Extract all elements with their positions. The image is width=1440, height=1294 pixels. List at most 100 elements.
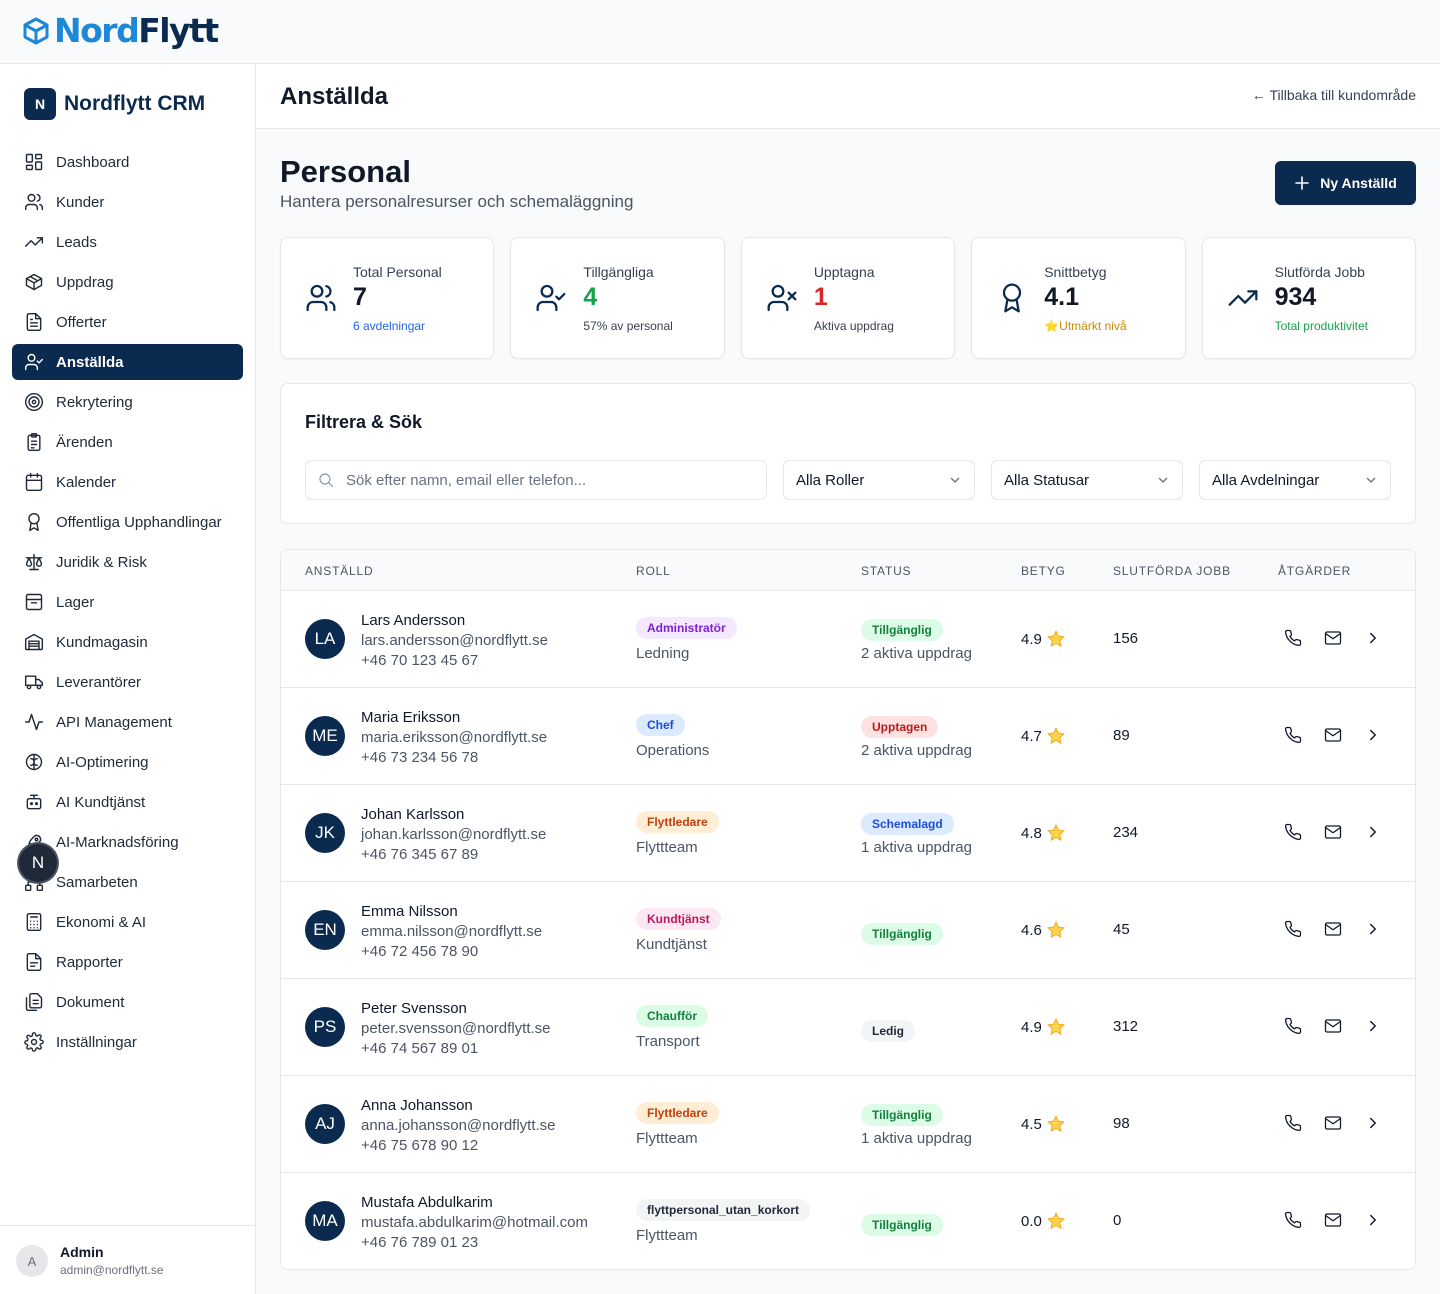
role-select[interactable]: Alla Roller xyxy=(783,460,975,500)
department-label: Flyttteam xyxy=(636,839,698,856)
avatar: ME xyxy=(305,716,345,756)
column-header: ANSTÄLLD xyxy=(305,564,374,578)
email-button[interactable] xyxy=(1324,823,1344,843)
status-select[interactable]: Alla Statusar xyxy=(991,460,1183,500)
open-details-button[interactable] xyxy=(1364,823,1384,843)
table-row[interactable]: AJ Anna Johansson anna.johansson@nordflytt… xyxy=(281,1076,1415,1173)
sidebar-item-kundmagasin[interactable]: Kundmagasin xyxy=(12,624,243,660)
brand-badge: N xyxy=(24,88,56,120)
sidebar-item-offerter[interactable]: Offerter xyxy=(12,304,243,340)
trending-up-icon xyxy=(1228,290,1258,306)
table-body: LA Lars Andersson lars.andersson@nordflytt… xyxy=(281,591,1415,1269)
user-email: admin@nordflytt.se xyxy=(60,1263,164,1277)
sidebar-item-ai-kundtjänst[interactable]: AI Kundtjänst xyxy=(12,784,243,820)
table-row[interactable]: EN Emma Nilsson emma.nilsson@nordflytt.se +… xyxy=(281,882,1415,979)
email-button[interactable] xyxy=(1324,1017,1344,1037)
document-icon xyxy=(26,312,42,332)
sidebar-item-api-management[interactable]: API Management xyxy=(12,704,243,740)
call-button[interactable] xyxy=(1284,1114,1304,1134)
sidebar-item-juridik-risk[interactable]: Juridik & Risk xyxy=(12,544,243,580)
status-badge: Ledig xyxy=(861,1020,915,1042)
employee-name[interactable]: Mustafa Abdulkarim xyxy=(361,1194,493,1211)
sidebar-item-leads[interactable]: Leads xyxy=(12,224,243,260)
star-icon xyxy=(1047,921,1065,938)
employee-name[interactable]: Johan Karlsson xyxy=(361,806,464,823)
table-row[interactable]: PS Peter Svensson peter.svensson@nordflytt… xyxy=(281,979,1415,1076)
sidebar-item-uppdrag[interactable]: Uppdrag xyxy=(12,264,243,300)
email-button[interactable] xyxy=(1324,629,1344,649)
sidebar-item-inställningar[interactable]: Inställningar xyxy=(12,1024,243,1060)
sidebar-item-label: Rekrytering xyxy=(56,393,133,411)
department-label: Flyttteam xyxy=(636,1130,698,1147)
status-badge: Tillgänglig xyxy=(861,1214,943,1236)
completed-jobs: 312 xyxy=(1113,1018,1139,1035)
call-button[interactable] xyxy=(1284,1017,1304,1037)
trending-up-icon xyxy=(24,237,44,247)
email-button[interactable] xyxy=(1324,726,1344,746)
sidebar-item-ärenden[interactable]: Ärenden xyxy=(12,424,243,460)
open-details-button[interactable] xyxy=(1364,629,1384,649)
avatar: PS xyxy=(305,1007,345,1047)
employee-name[interactable]: Emma Nilsson xyxy=(361,903,458,920)
sidebar-item-ai-optimering[interactable]: AI-Optimering xyxy=(12,744,243,780)
employee-phone: +46 73 234 56 78 xyxy=(361,749,479,766)
sidebar-item-rapporter[interactable]: Rapporter xyxy=(12,944,243,980)
brand-name: Nordflytt CRM xyxy=(64,92,206,115)
user-check-icon xyxy=(24,353,44,371)
call-button[interactable] xyxy=(1284,1211,1304,1231)
search-box[interactable] xyxy=(305,460,767,500)
employee-name[interactable]: Maria Eriksson xyxy=(361,709,460,726)
employee-name[interactable]: Peter Svensson xyxy=(361,1000,467,1017)
sidebar-item-dashboard[interactable]: Dashboard xyxy=(12,144,243,180)
mail-icon xyxy=(1324,1019,1342,1033)
open-details-button[interactable] xyxy=(1364,920,1384,940)
rating: 4.6 xyxy=(1021,920,1066,940)
role-badge: Flyttledare xyxy=(636,1102,719,1124)
call-button[interactable] xyxy=(1284,629,1304,649)
call-button[interactable] xyxy=(1284,726,1304,746)
email-button[interactable] xyxy=(1324,1114,1344,1134)
sidebar-item-label: Leads xyxy=(56,233,97,251)
completed-jobs: 89 xyxy=(1113,727,1130,744)
table-row[interactable]: MA Mustafa Abdulkarim mustafa.abdulkarim@h… xyxy=(281,1173,1415,1269)
sidebar-item-label: AI-Marknadsföring xyxy=(56,833,179,851)
rating-value: 4.9 xyxy=(1021,630,1042,648)
email-button[interactable] xyxy=(1324,1211,1344,1231)
nordflytt-logo[interactable]: NordFlytt xyxy=(22,12,219,50)
call-button[interactable] xyxy=(1284,920,1304,940)
employee-name[interactable]: Lars Andersson xyxy=(361,612,465,629)
sidebar-nav: Dashboard Kunder Leads Uppdrag Offerter Anstä… xyxy=(12,144,243,1064)
department-select[interactable]: Alla Avdelningar xyxy=(1199,460,1391,500)
crm-brand[interactable]: N Nordflytt CRM xyxy=(24,88,205,120)
sidebar-item-kunder[interactable]: Kunder xyxy=(12,184,243,220)
sidebar-item-leverantörer[interactable]: Leverantörer xyxy=(12,664,243,700)
back-to-customer-area-link[interactable]: ← Tillbaka till kundområde xyxy=(1252,87,1416,103)
completed-jobs: 234 xyxy=(1113,824,1139,841)
sidebar-item-rekrytering[interactable]: Rekrytering xyxy=(12,384,243,420)
new-employee-button[interactable]: Ny Anställd xyxy=(1275,161,1416,205)
open-details-button[interactable] xyxy=(1364,1017,1384,1037)
email-button[interactable] xyxy=(1324,920,1344,940)
sidebar-item-anställda[interactable]: Anställda xyxy=(12,344,243,380)
open-details-button[interactable] xyxy=(1364,1114,1384,1134)
table-row[interactable]: JK Johan Karlsson johan.karlsson@nordflytt… xyxy=(281,785,1415,882)
star-icon xyxy=(1047,727,1065,744)
call-button[interactable] xyxy=(1284,823,1304,843)
user-profile[interactable]: A Admin admin@nordflytt.se xyxy=(0,1225,255,1294)
sidebar-item-offentliga-upphandlingar[interactable]: Offentliga Upphandlingar xyxy=(12,504,243,540)
table-row[interactable]: LA Lars Andersson lars.andersson@nordflytt… xyxy=(281,591,1415,688)
sidebar-item-kalender[interactable]: Kalender xyxy=(12,464,243,500)
sidebar-item-label: Ärenden xyxy=(56,433,113,451)
search-input[interactable] xyxy=(346,471,746,489)
star-icon xyxy=(1047,1115,1065,1132)
sidebar-item-label: Lager xyxy=(56,593,95,611)
floating-assistant-button[interactable]: N xyxy=(19,844,57,882)
open-details-button[interactable] xyxy=(1364,1211,1384,1231)
stat-subtext: 6 avdelningar xyxy=(353,319,426,333)
table-row[interactable]: ME Maria Eriksson maria.eriksson@nordflytt… xyxy=(281,688,1415,785)
open-details-button[interactable] xyxy=(1364,726,1384,746)
sidebar-item-ekonomi-ai[interactable]: Ekonomi & AI xyxy=(12,904,243,940)
sidebar-item-lager[interactable]: Lager xyxy=(12,584,243,620)
sidebar-item-dokument[interactable]: Dokument xyxy=(12,984,243,1020)
employee-name[interactable]: Anna Johansson xyxy=(361,1097,473,1114)
